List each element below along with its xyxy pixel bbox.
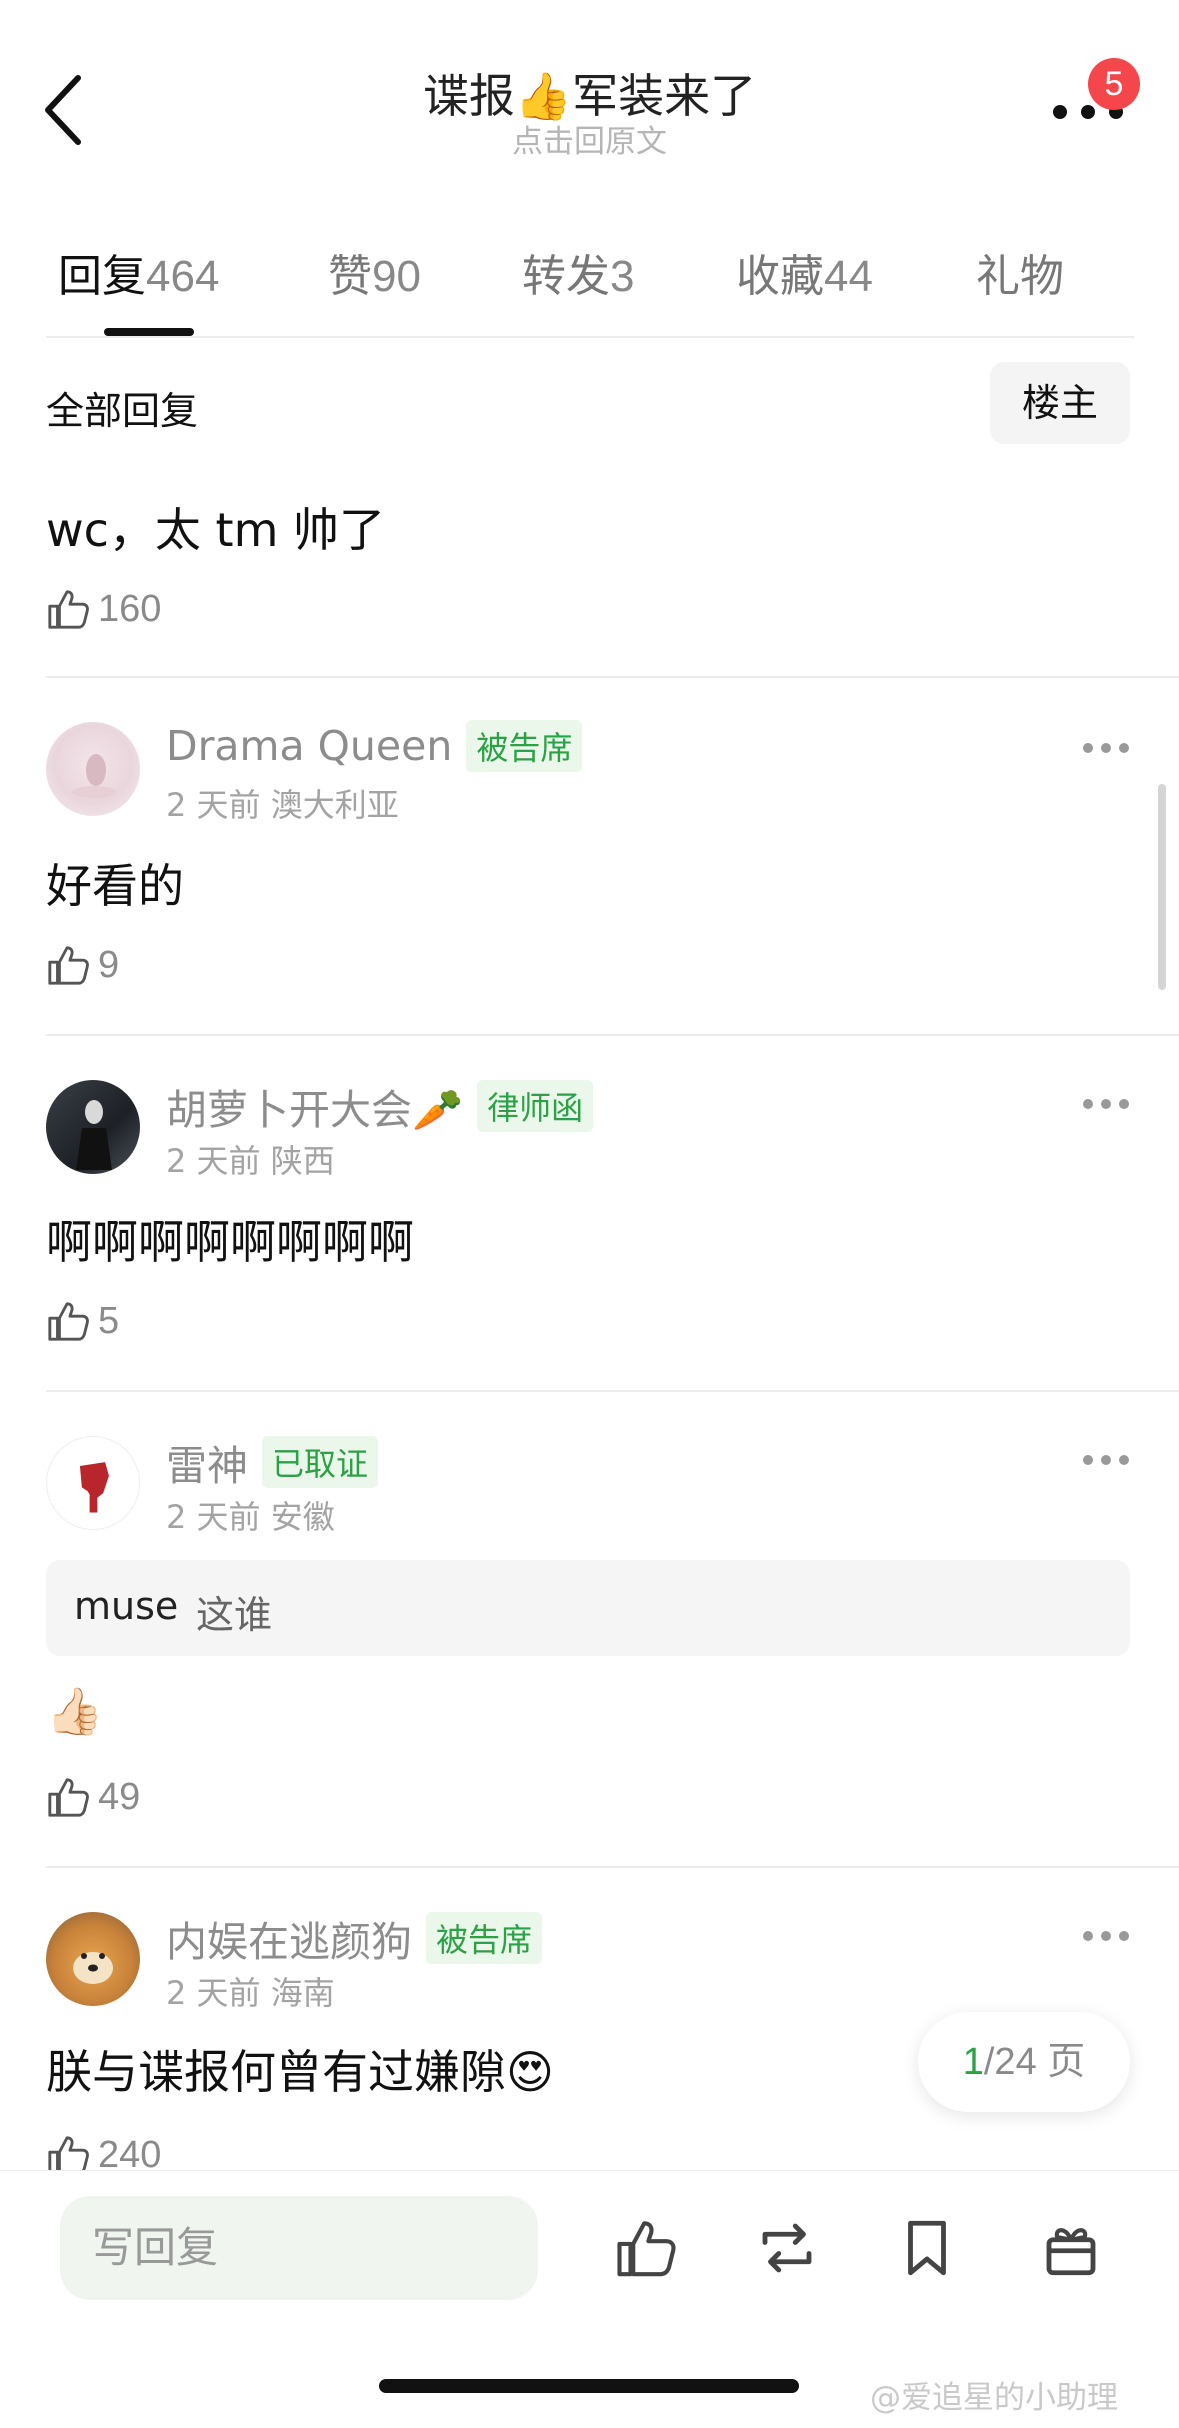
op-only-button[interactable]: 楼主 [990, 362, 1130, 444]
tab-replies[interactable]: 回复464 [58, 240, 219, 304]
thumbs-up-icon [48, 590, 89, 629]
user-tag: 律师函 [477, 1080, 594, 1132]
quoted-text: 这谁 [196, 1593, 273, 1637]
fist-logo-icon [79, 1462, 109, 1513]
scrollbar[interactable] [1158, 784, 1166, 990]
comment-text: 朕与谍报何曾有过嫌隙😍 [46, 2045, 554, 2099]
avatar-figure-icon [72, 754, 116, 798]
user-tag: 已取证 [262, 1436, 379, 1488]
tab-divider [46, 336, 1134, 338]
comment-meta: 2 天前 陕西 [166, 1142, 335, 1180]
comment-meta: 2 天前 澳大利亚 [166, 786, 399, 824]
back-to-original-link[interactable]: 点击回原文 [0, 116, 1179, 161]
quoted-reply[interactable]: muse 这谁 [46, 1560, 1130, 1656]
comment-divider [46, 1034, 1179, 1036]
more-icon[interactable] [1082, 1929, 1130, 1943]
tab-likes[interactable]: 赞90 [328, 240, 421, 304]
comment-divider [46, 1866, 1179, 1868]
more-icon[interactable] [1082, 1097, 1130, 1111]
active-tab-indicator [104, 328, 194, 336]
comment-divider [46, 676, 1179, 678]
username[interactable]: 内娱在逃颜狗 被告席 [166, 1908, 543, 1968]
avatar[interactable] [46, 722, 140, 816]
thumbs-up-icon [48, 1302, 89, 1341]
tab-bar: 回复464 赞90 转发3 收藏44 礼物 [0, 240, 1179, 310]
comment-meta: 2 天前 安徽 [166, 1498, 335, 1536]
comment-text: 👍🏻 [46, 1684, 104, 1738]
username[interactable]: 雷神 已取证 [166, 1432, 379, 1492]
notification-badge: 5 [1088, 58, 1140, 110]
like-button[interactable]: 9 [46, 940, 119, 990]
gift-icon[interactable] [1038, 2215, 1104, 2281]
thumbs-up-icon [48, 946, 89, 985]
page-indicator[interactable]: 1/24 页 [918, 2012, 1130, 2112]
more-icon[interactable] [1082, 1453, 1130, 1467]
home-indicator[interactable] [379, 2379, 799, 2393]
reply-input[interactable]: 写回复 [60, 2196, 538, 2300]
avatar[interactable] [46, 1080, 140, 1174]
username[interactable]: 胡萝卜开大会🥕 律师函 [166, 1076, 594, 1136]
like-button[interactable]: 160 [46, 584, 161, 634]
comment-text: wc，太 tm 帅了 [46, 503, 386, 557]
doge-avatar-icon [73, 1952, 113, 1984]
more-icon[interactable] [1082, 741, 1130, 755]
thumbs-up-icon[interactable] [614, 2215, 680, 2281]
tab-reposts[interactable]: 转发3 [522, 240, 634, 304]
comment-text: 好看的 [46, 859, 184, 913]
tab-favorites[interactable]: 收藏44 [736, 240, 873, 304]
comment-text: 啊啊啊啊啊啊啊啊 [46, 1215, 414, 1269]
like-button[interactable]: 5 [46, 1296, 119, 1346]
repost-icon[interactable] [754, 2215, 820, 2281]
user-tag: 被告席 [466, 720, 583, 772]
watermark: @爱追星的小助理 [870, 2380, 1118, 2416]
bookmark-icon[interactable] [894, 2215, 960, 2281]
quoted-username: muse [74, 1584, 179, 1628]
comment-divider [46, 1390, 1179, 1392]
username[interactable]: Drama Queen 被告席 [166, 720, 583, 772]
avatar-figure-icon [76, 1100, 112, 1170]
tab-gifts[interactable]: 礼物 [976, 240, 1064, 304]
avatar[interactable] [46, 1912, 140, 2006]
comment-meta: 2 天前 海南 [166, 1974, 335, 2012]
like-button[interactable]: 49 [46, 1772, 140, 1822]
all-replies-label: 全部回复 [46, 389, 199, 433]
user-tag: 被告席 [426, 1912, 543, 1964]
avatar[interactable] [46, 1436, 140, 1530]
thumbs-up-icon [48, 1778, 89, 1817]
